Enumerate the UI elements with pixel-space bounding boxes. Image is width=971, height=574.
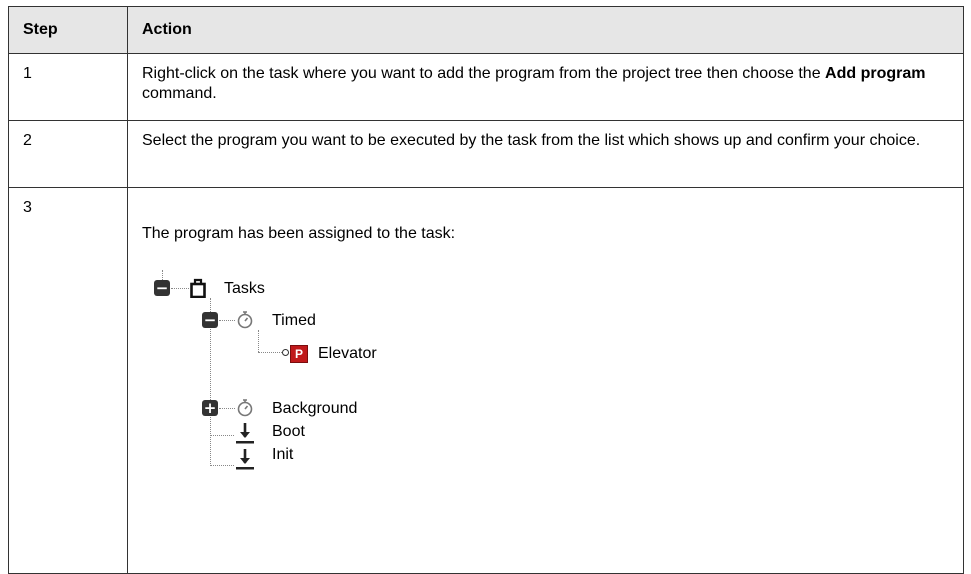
step-action: The program has been assigned to the tas… bbox=[127, 187, 964, 574]
collapse-toggle[interactable]: − bbox=[202, 312, 218, 328]
download-arrow-icon bbox=[236, 423, 254, 444]
action-text: Right-click on the task where you want t… bbox=[142, 65, 826, 82]
step-number: 1 bbox=[8, 53, 128, 121]
download-arrow-icon bbox=[236, 449, 254, 470]
step-action: Right-click on the task where you want t… bbox=[127, 53, 964, 121]
tree-label-init[interactable]: Init bbox=[272, 445, 293, 465]
header-step: Step bbox=[8, 6, 128, 54]
table-row: 3 The program has been assigned to the t… bbox=[8, 187, 964, 574]
step-number: 2 bbox=[8, 120, 128, 188]
stopwatch-icon bbox=[237, 399, 253, 417]
tree-label-tasks[interactable]: Tasks bbox=[224, 279, 265, 299]
header-action: Action bbox=[127, 6, 964, 54]
tree-label-boot[interactable]: Boot bbox=[272, 422, 305, 442]
tree-label-background[interactable]: Background bbox=[272, 399, 357, 419]
project-tree: − Tasks − Timed P Elevator + Background … bbox=[140, 270, 440, 498]
program-icon: P bbox=[290, 345, 308, 363]
step-action: Select the program you want to be execut… bbox=[127, 120, 964, 188]
step-number: 3 bbox=[8, 187, 128, 574]
table-row: 2 Select the program you want to be exec… bbox=[8, 120, 964, 188]
collapse-toggle[interactable]: − bbox=[154, 280, 170, 296]
steps-table: Step Action 1 Right-click on the task wh… bbox=[8, 6, 964, 574]
stopwatch-icon bbox=[237, 311, 253, 329]
tree-label-elevator[interactable]: Elevator bbox=[318, 344, 377, 364]
expand-toggle[interactable]: + bbox=[202, 400, 218, 416]
table-row: 1 Right-click on the task where you want… bbox=[8, 53, 964, 121]
command-name: Add program bbox=[825, 65, 926, 82]
action-text: The program has been assigned to the tas… bbox=[142, 225, 456, 242]
task-folder-icon bbox=[190, 278, 206, 298]
tree-label-timed[interactable]: Timed bbox=[272, 311, 316, 331]
action-text: command. bbox=[142, 85, 217, 102]
